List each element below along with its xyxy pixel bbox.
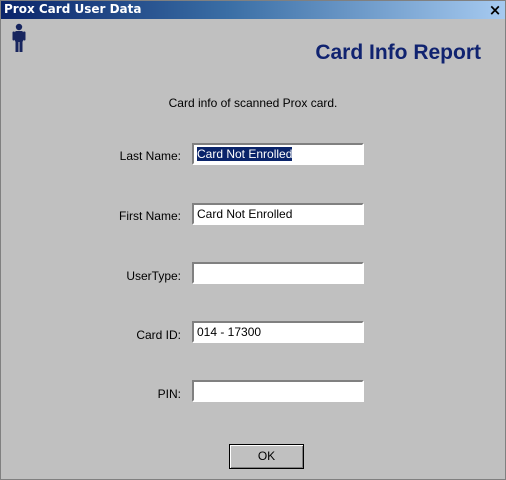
- first-name-value: Card Not Enrolled: [197, 207, 293, 221]
- last-name-value: Card Not Enrolled: [197, 147, 293, 161]
- last-name-field[interactable]: Card Not Enrolled: [192, 143, 364, 165]
- first-name-label: First Name:: [118, 209, 181, 223]
- pin-field[interactable]: [192, 380, 364, 402]
- first-name-field[interactable]: Card Not Enrolled: [192, 203, 364, 225]
- close-button[interactable]: ×: [487, 2, 503, 18]
- person-icon: [12, 23, 26, 52]
- user-type-field[interactable]: [192, 262, 364, 284]
- pin-label: PIN:: [157, 387, 181, 401]
- card-id-field[interactable]: 014 - 17300: [192, 321, 364, 343]
- dialog-window: Prox Card User Data × Card Info Report C…: [0, 0, 506, 480]
- ok-button[interactable]: OK: [229, 444, 304, 469]
- report-subtitle: Card info of scanned Prox card.: [168, 96, 338, 110]
- report-title: Card Info Report: [315, 41, 481, 64]
- card-id-label: Card ID:: [136, 328, 181, 342]
- card-id-value: 014 - 17300: [197, 325, 262, 339]
- title-bar[interactable]: Prox Card User Data ×: [1, 1, 505, 19]
- window-title: Prox Card User Data: [4, 2, 142, 16]
- user-type-label: UserType:: [126, 269, 181, 283]
- last-name-label: Last Name:: [119, 149, 181, 163]
